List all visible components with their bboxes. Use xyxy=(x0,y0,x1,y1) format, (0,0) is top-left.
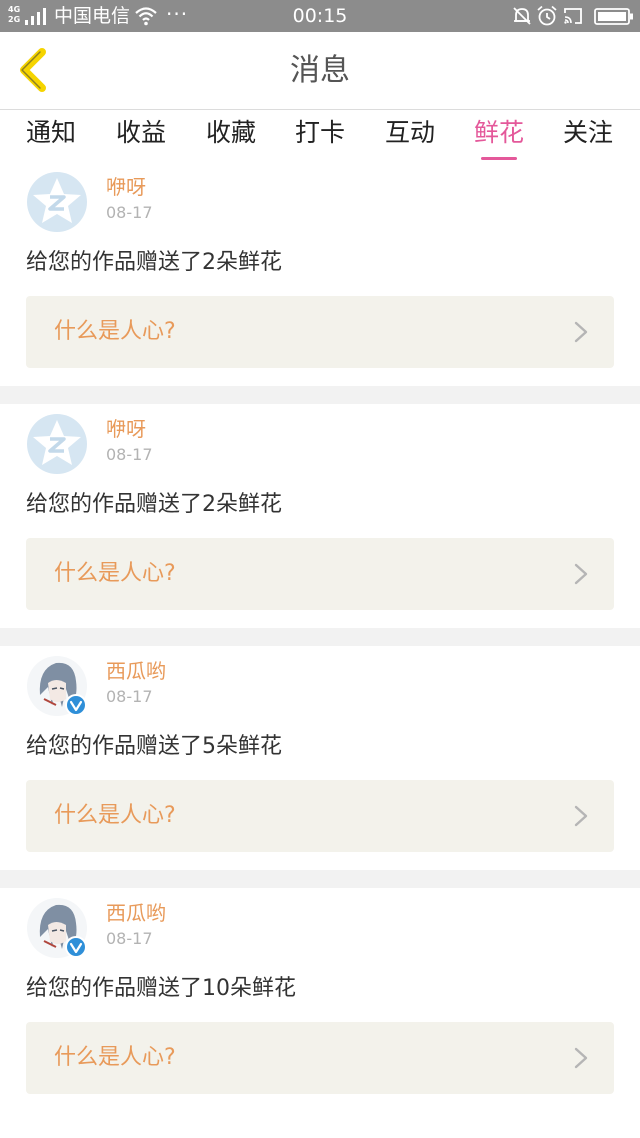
active-tab-indicator xyxy=(481,157,517,160)
what-is-heart-link[interactable]: 什么是人心? xyxy=(26,1022,614,1094)
message-date: 08-17 xyxy=(106,687,153,706)
message-date: 08-17 xyxy=(106,929,153,948)
verified-badge-icon xyxy=(65,694,87,716)
chevron-right-icon xyxy=(574,321,588,343)
divider xyxy=(0,870,640,888)
message-list: 咿呀 08-17 给您的作品赠送了2朵鲜花 什么是人心? 咿呀 08-17 给您… xyxy=(0,162,640,1112)
status-bar: 4G 2G 中国电信 ··· 00:15 xyxy=(0,0,640,32)
avatar[interactable] xyxy=(26,897,88,959)
gift-message-text: 给您的作品赠送了2朵鲜花 xyxy=(26,250,282,275)
tab-favorites[interactable]: 收藏 xyxy=(198,110,264,162)
avatar[interactable] xyxy=(26,655,88,717)
tab-following[interactable]: 关注 xyxy=(555,110,621,162)
tab-notifications[interactable]: 通知 xyxy=(18,110,84,162)
message-date: 08-17 xyxy=(106,203,153,222)
user-name[interactable]: 西瓜哟 xyxy=(106,658,166,684)
info-link-label: 什么是人心? xyxy=(54,561,176,586)
navigation-bar: 消息 xyxy=(0,32,640,110)
message-date: 08-17 xyxy=(106,445,153,464)
gift-message-text: 给您的作品赠送了10朵鲜花 xyxy=(26,976,296,1001)
what-is-heart-link[interactable]: 什么是人心? xyxy=(26,538,614,610)
tab-flowers-label: 鲜花 xyxy=(473,118,524,147)
what-is-heart-link[interactable]: 什么是人心? xyxy=(26,780,614,852)
info-link-label: 什么是人心? xyxy=(54,319,176,344)
chevron-right-icon xyxy=(574,805,588,827)
page-title: 消息 xyxy=(290,53,350,88)
info-link-label: 什么是人心? xyxy=(54,1045,176,1070)
list-item: 咿呀 08-17 给您的作品赠送了2朵鲜花 什么是人心? xyxy=(0,404,640,628)
avatar[interactable] xyxy=(26,413,88,475)
info-link-label: 什么是人心? xyxy=(54,803,176,828)
mute-bell-icon xyxy=(513,7,531,25)
alarm-clock-icon xyxy=(537,5,557,26)
message-tabs: 通知 收益 收藏 打卡 互动 鲜花 关注 xyxy=(0,110,640,162)
tab-earnings[interactable]: 收益 xyxy=(108,110,174,162)
user-name[interactable]: 西瓜哟 xyxy=(106,900,166,926)
user-name[interactable]: 咿呀 xyxy=(106,174,146,200)
tab-interactions[interactable]: 互动 xyxy=(377,110,443,162)
verified-badge-icon xyxy=(65,936,87,958)
what-is-heart-link[interactable]: 什么是人心? xyxy=(26,296,614,368)
chevron-right-icon xyxy=(574,563,588,585)
tab-checkin[interactable]: 打卡 xyxy=(287,110,353,162)
gift-message-text: 给您的作品赠送了5朵鲜花 xyxy=(26,734,282,759)
list-item: 西瓜哟 08-17 给您的作品赠送了10朵鲜花 什么是人心? xyxy=(0,888,640,1112)
user-name[interactable]: 咿呀 xyxy=(106,416,146,442)
gift-message-text: 给您的作品赠送了2朵鲜花 xyxy=(26,492,282,517)
tab-flowers[interactable]: 鲜花 xyxy=(466,110,532,162)
divider xyxy=(0,628,640,646)
list-item: 咿呀 08-17 给您的作品赠送了2朵鲜花 什么是人心? xyxy=(0,162,640,386)
divider xyxy=(0,386,640,404)
avatar[interactable] xyxy=(26,171,88,233)
battery-icon xyxy=(594,8,633,25)
list-item: 西瓜哟 08-17 给您的作品赠送了5朵鲜花 什么是人心? xyxy=(0,646,640,870)
chevron-right-icon xyxy=(574,1047,588,1069)
screen-cast-icon xyxy=(564,8,582,24)
